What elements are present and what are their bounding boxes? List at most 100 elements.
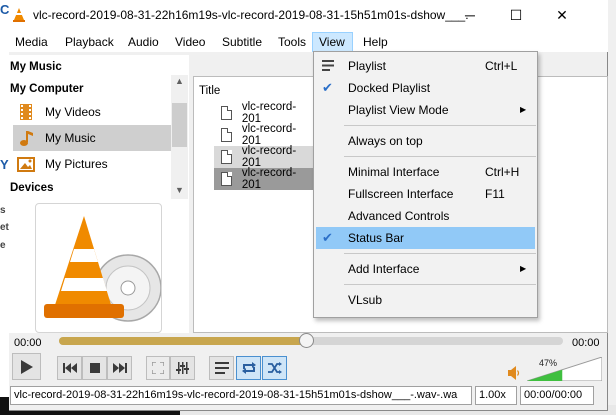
menu-item-shortcut: Ctrl+H [485, 165, 520, 179]
file-icon [221, 128, 232, 142]
playlist-icon [322, 60, 334, 71]
menu-item-label: Status Bar [348, 231, 405, 245]
menu-item-label: Fullscreen Interface [348, 187, 454, 201]
checkmark-icon: ✔ [322, 80, 333, 95]
submenu-arrow-icon: ▶ [520, 105, 527, 114]
next-button[interactable] [107, 356, 132, 380]
menu-help[interactable]: Help [357, 32, 394, 52]
playlist-row[interactable]: vlc-record-201 [214, 123, 314, 147]
title-bar[interactable]: vlc-record-2019-08-31-22h16m19s-vlc-reco… [9, 0, 608, 30]
menu-subtitle[interactable]: Subtitle [216, 32, 268, 52]
menu-item-vlsub[interactable]: VLsub [316, 289, 535, 311]
menu-item-label: Playlist [348, 59, 387, 73]
close-button[interactable]: ✕ [539, 0, 585, 30]
playlist-row[interactable]: vlc-record-201 [214, 167, 314, 191]
menu-video[interactable]: Video [169, 32, 211, 52]
menu-separator [344, 125, 536, 126]
stop-icon [89, 363, 100, 373]
file-icon [221, 106, 232, 120]
fullscreen-button[interactable] [146, 356, 170, 380]
status-bar: vlc-record-2019-08-31-22h16m19s-vlc-reco… [9, 386, 608, 406]
volume-percent: 47% [539, 358, 558, 368]
music-note-icon [20, 131, 33, 146]
menu-item-shortcut: F11 [485, 187, 505, 201]
sidebar-scrollbar[interactable]: ▲ ▼ [171, 75, 188, 199]
status-time[interactable]: 00:00/00:00 [520, 386, 594, 405]
scroll-down-icon[interactable]: ▼ [171, 185, 188, 195]
equalizer-icon [175, 362, 189, 374]
playlist-row[interactable]: vlc-record-201 [214, 101, 314, 125]
background-window-edge: C Y s et e [0, 0, 9, 415]
menu-tools[interactable]: Tools [272, 32, 312, 52]
submenu-arrow-icon: ▶ [520, 264, 527, 273]
checkmark-icon: ✔ [322, 230, 333, 245]
column-header-title[interactable]: Title [199, 85, 220, 97]
view-menu-dropdown: Playlist Ctrl+L ✔ Docked Playlist Playli… [313, 51, 538, 318]
next-icon [112, 363, 127, 373]
seek-slider[interactable] [59, 333, 563, 348]
random-button[interactable] [262, 356, 287, 380]
menu-item-label: Always on top [348, 134, 423, 148]
menu-item-playlist[interactable]: Playlist Ctrl+L [316, 55, 535, 77]
maximize-button[interactable]: ☐ [493, 0, 539, 30]
sidebar-header-devices: Devices [10, 182, 54, 194]
menu-playback[interactable]: Playback [59, 32, 120, 52]
film-icon [20, 104, 32, 120]
file-icon [221, 150, 232, 164]
play-button[interactable] [12, 353, 41, 380]
menu-separator [344, 284, 536, 285]
menu-item-label: Add Interface [348, 262, 420, 276]
previous-button[interactable] [57, 356, 82, 380]
seek-handle[interactable] [298, 333, 314, 348]
menu-item-advanced-controls[interactable]: Advanced Controls [316, 205, 535, 227]
scrollbar-thumb[interactable] [172, 103, 187, 147]
seek-progress [59, 337, 306, 345]
speaker-icon[interactable] [508, 366, 520, 380]
playlist-row-title: vlc-record-201 [241, 123, 297, 147]
menu-item-status-bar[interactable]: ✔ Status Bar [316, 227, 535, 249]
menu-separator [344, 253, 536, 254]
menu-item-fullscreen-interface[interactable]: Fullscreen Interface F11 [316, 183, 535, 205]
scroll-up-icon[interactable]: ▲ [171, 76, 188, 86]
toggle-playlist-button[interactable] [209, 356, 234, 380]
sidebar-item-my-music[interactable]: My Music [13, 125, 171, 151]
playlist-row[interactable]: vlc-record-201 [214, 145, 314, 169]
menu-audio[interactable]: Audio [122, 32, 165, 52]
menu-separator [344, 156, 536, 157]
sidebar-item-my-pictures[interactable]: My Pictures [13, 151, 171, 177]
menu-item-docked-playlist[interactable]: ✔ Docked Playlist [316, 77, 535, 99]
menu-item-always-on-top[interactable]: Always on top [316, 130, 535, 152]
menu-item-label: VLsub [348, 293, 383, 307]
sidebar-item-my-videos[interactable]: My Videos [13, 99, 171, 125]
stop-button[interactable] [82, 356, 107, 380]
minimize-button[interactable]: ─ [447, 0, 493, 30]
menu-item-label: Docked Playlist [348, 81, 431, 95]
playlist-row-title: vlc-record-201 [241, 167, 297, 191]
window-title: vlc-record-2019-08-31-22h16m19s-vlc-reco… [33, 8, 469, 22]
menu-item-add-interface[interactable]: Add Interface ▶ [316, 258, 535, 280]
remaining-time: 00:00 [572, 337, 600, 349]
fullscreen-icon [152, 362, 164, 374]
loop-button[interactable] [236, 356, 261, 380]
menu-item-label: Minimal Interface [348, 165, 440, 179]
album-art [35, 203, 162, 333]
sidebar: My Music My Computer My Videos My Music [9, 55, 189, 333]
menu-item-label: Advanced Controls [348, 209, 450, 223]
shuffle-icon [267, 362, 282, 374]
menu-item-playlist-view-mode[interactable]: Playlist View Mode ▶ [316, 99, 535, 121]
menu-item-minimal-interface[interactable]: Minimal Interface Ctrl+H [316, 161, 535, 183]
sidebar-item-label: My Videos [45, 105, 101, 119]
sidebar-header-my-computer: My Computer [10, 83, 84, 95]
menu-view[interactable]: View [312, 32, 353, 52]
menu-media[interactable]: Media [9, 32, 54, 52]
playlist-row-title: vlc-record-201 [241, 101, 297, 125]
vlc-cone-icon [13, 8, 25, 22]
previous-icon [62, 363, 77, 373]
extended-settings-button[interactable] [170, 356, 195, 380]
file-icon [221, 172, 232, 186]
elapsed-time: 00:00 [14, 337, 42, 349]
status-speed[interactable]: 1.00x [475, 386, 517, 405]
menu-item-shortcut: Ctrl+L [485, 59, 518, 73]
sidebar-item-label: My Music [45, 131, 96, 145]
menu-item-label: Playlist View Mode [348, 103, 449, 117]
